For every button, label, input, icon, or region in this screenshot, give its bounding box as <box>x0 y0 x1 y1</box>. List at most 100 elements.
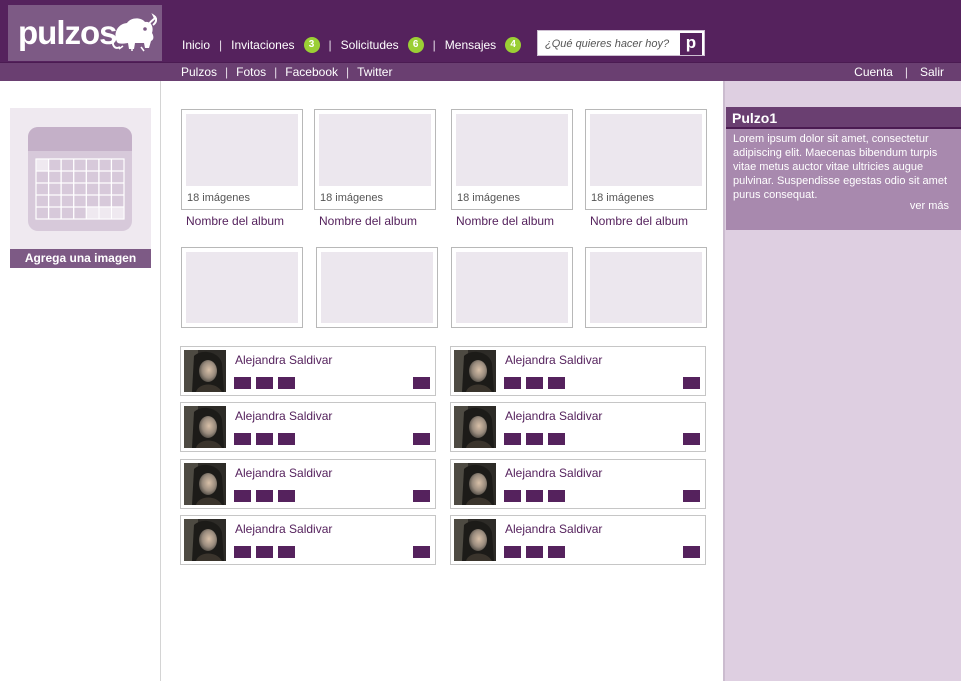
friend-option-button[interactable] <box>683 546 700 558</box>
friend-card: Alejandra Saldivar <box>180 346 436 396</box>
friend-option-button[interactable] <box>413 433 430 445</box>
friend-option-button[interactable] <box>413 546 430 558</box>
friend-name[interactable]: Alejandra Saldivar <box>505 522 602 536</box>
cuenta-link[interactable]: Cuenta <box>854 65 893 79</box>
nav-separator: | <box>904 65 908 79</box>
album-card[interactable]: 18 imágenes <box>314 109 436 210</box>
friend-action-button[interactable] <box>526 546 543 558</box>
friend-card: Alejandra Saldivar <box>180 515 436 565</box>
friend-card: Alejandra Saldivar <box>450 346 706 396</box>
friend-name[interactable]: Alejandra Saldivar <box>235 353 332 367</box>
ver-mas-link[interactable]: ver más <box>910 200 949 212</box>
friend-action-button[interactable] <box>234 490 251 502</box>
friend-action-button[interactable] <box>526 490 543 502</box>
avatar[interactable] <box>454 463 496 505</box>
upload-image-box[interactable]: Agrega una imagen <box>10 108 151 268</box>
friend-action-button[interactable] <box>548 433 565 445</box>
friend-name[interactable]: Alejandra Saldivar <box>235 522 332 536</box>
avatar[interactable] <box>184 406 226 448</box>
nav-separator: | <box>328 38 332 52</box>
avatar[interactable] <box>184 350 226 392</box>
friend-action-button[interactable] <box>234 433 251 445</box>
nav-separator: | <box>274 65 278 79</box>
subnav-fotos[interactable]: Fotos <box>236 65 266 79</box>
friend-option-button[interactable] <box>683 433 700 445</box>
album-thumbnail <box>321 252 433 323</box>
friend-action-button[interactable] <box>548 490 565 502</box>
friend-action-button[interactable] <box>256 377 273 389</box>
friend-action-button[interactable] <box>278 377 295 389</box>
invitaciones-badge[interactable]: 3 <box>303 37 320 53</box>
friend-action-button[interactable] <box>234 377 251 389</box>
friend-action-button[interactable] <box>278 433 295 445</box>
album-title[interactable]: Nombre del album <box>319 214 417 228</box>
friend-action-button[interactable] <box>526 377 543 389</box>
friend-option-button[interactable] <box>683 490 700 502</box>
logo-text: pulzos <box>18 14 117 51</box>
friend-action-button[interactable] <box>504 546 521 558</box>
album-thumbnail <box>456 114 568 186</box>
logo[interactable]: pulzos <box>8 5 162 61</box>
avatar[interactable] <box>184 519 226 561</box>
album-card[interactable] <box>451 247 573 328</box>
album-title[interactable]: Nombre del album <box>186 214 284 228</box>
sub-bar: Pulzos | Fotos | Facebook | Twitter Cuen… <box>0 62 961 81</box>
album-card[interactable] <box>585 247 707 328</box>
friend-action-button[interactable] <box>504 490 521 502</box>
subnav-facebook[interactable]: Facebook <box>285 65 338 79</box>
nav-invitaciones[interactable]: Invitaciones <box>231 38 294 52</box>
friend-action-button[interactable] <box>234 546 251 558</box>
friend-name[interactable]: Alejandra Saldivar <box>505 466 602 480</box>
avatar[interactable] <box>454 406 496 448</box>
profile-name[interactable]: Pulzo1 <box>732 110 777 126</box>
friend-card: Alejandra Saldivar <box>180 459 436 509</box>
mensajes-badge[interactable]: 4 <box>505 37 522 53</box>
friend-card: Alejandra Saldivar <box>450 515 706 565</box>
subnav-pulzos[interactable]: Pulzos <box>181 65 217 79</box>
friend-option-button[interactable] <box>683 377 700 389</box>
album-count: 18 imágenes <box>457 192 520 204</box>
friend-action-button[interactable] <box>504 433 521 445</box>
friend-name[interactable]: Alejandra Saldivar <box>505 409 602 423</box>
album-count: 18 imágenes <box>320 192 383 204</box>
friend-name[interactable]: Alejandra Saldivar <box>235 466 332 480</box>
friend-card: Alejandra Saldivar <box>450 402 706 452</box>
solicitudes-badge[interactable]: 6 <box>407 37 424 53</box>
friend-action-button[interactable] <box>256 433 273 445</box>
add-image-button[interactable]: Agrega una imagen <box>10 249 151 268</box>
avatar[interactable] <box>454 519 496 561</box>
album-card[interactable]: 18 imágenes <box>181 109 303 210</box>
friend-action-button[interactable] <box>256 546 273 558</box>
nav-mensajes[interactable]: Mensajes <box>445 38 496 52</box>
salir-link[interactable]: Salir <box>920 65 944 79</box>
album-thumbnail <box>456 252 568 323</box>
friend-name[interactable]: Alejandra Saldivar <box>235 409 332 423</box>
nav-separator: | <box>219 38 223 52</box>
top-bar: pulzos Inicio | Invitaciones 3 | Solicit… <box>0 0 961 62</box>
friend-action-button[interactable] <box>526 433 543 445</box>
nav-solicitudes[interactable]: Solicitudes <box>341 38 399 52</box>
album-card[interactable]: 18 imágenes <box>451 109 573 210</box>
album-title[interactable]: Nombre del album <box>456 214 554 228</box>
profile-description: Lorem ipsum dolor sit amet, consectetur … <box>733 133 948 201</box>
friend-action-button[interactable] <box>548 546 565 558</box>
friend-action-button[interactable] <box>278 490 295 502</box>
album-card[interactable] <box>316 247 438 328</box>
subnav-twitter[interactable]: Twitter <box>357 65 392 79</box>
nav-inicio[interactable]: Inicio <box>182 38 210 52</box>
friend-action-button[interactable] <box>504 377 521 389</box>
avatar[interactable] <box>184 463 226 505</box>
album-card[interactable] <box>181 247 303 328</box>
album-card[interactable]: 18 imágenes <box>585 109 707 210</box>
friend-name[interactable]: Alejandra Saldivar <box>505 353 602 367</box>
friend-option-button[interactable] <box>413 490 430 502</box>
friend-option-button[interactable] <box>413 377 430 389</box>
friend-action-button[interactable] <box>256 490 273 502</box>
album-count: 18 imágenes <box>591 192 654 204</box>
friend-action-button[interactable] <box>278 546 295 558</box>
avatar[interactable] <box>454 350 496 392</box>
friend-action-button[interactable] <box>548 377 565 389</box>
p-logo-icon[interactable]: p <box>680 33 702 55</box>
album-title[interactable]: Nombre del album <box>590 214 688 228</box>
search-input[interactable] <box>545 36 677 52</box>
